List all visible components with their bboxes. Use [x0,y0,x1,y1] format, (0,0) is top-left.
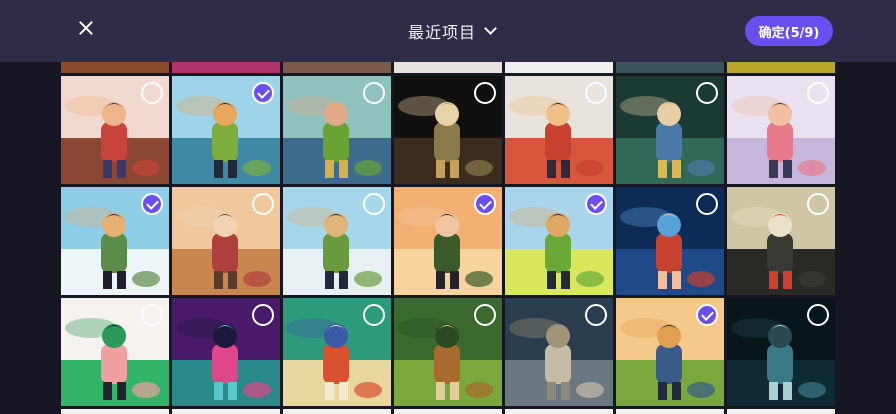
photo-picker-screen: 最近项目 确定(5/9) [0,0,896,414]
checked-circle-icon[interactable] [141,193,163,215]
select-circle-icon[interactable] [696,193,718,215]
album-title: 最近项目 [408,23,477,42]
photo-tile[interactable] [616,298,724,406]
select-circle-icon[interactable] [363,82,385,104]
partial-photo[interactable] [61,62,169,73]
partial-photo[interactable] [727,62,835,73]
photo-tile[interactable] [283,187,391,295]
photo-tile[interactable] [727,187,835,295]
photo-tile[interactable] [61,76,169,184]
checked-circle-icon[interactable] [252,82,274,104]
partial-photo[interactable] [283,409,391,414]
photo-tile[interactable] [61,298,169,406]
photo-tile[interactable] [616,76,724,184]
photo-tile[interactable] [727,76,835,184]
select-circle-icon[interactable] [252,193,274,215]
photo-tile[interactable] [172,187,280,295]
select-circle-icon[interactable] [141,82,163,104]
photo-tile[interactable] [61,187,169,295]
select-circle-icon[interactable] [807,193,829,215]
checked-circle-icon[interactable] [585,193,607,215]
photo-tile[interactable] [172,76,280,184]
checked-circle-icon[interactable] [696,304,718,326]
photo-tile[interactable] [616,187,724,295]
select-circle-icon[interactable] [807,304,829,326]
photo-tile[interactable] [283,298,391,406]
select-circle-icon[interactable] [696,82,718,104]
partial-photo[interactable] [505,409,613,414]
partial-photo[interactable] [172,62,280,73]
partial-photo[interactable] [616,409,724,414]
photo-tile[interactable] [172,298,280,406]
select-circle-icon[interactable] [363,304,385,326]
select-circle-icon[interactable] [363,193,385,215]
select-circle-icon[interactable] [474,304,496,326]
partial-photo[interactable] [616,62,724,73]
select-circle-icon[interactable] [585,304,607,326]
photo-tile[interactable] [505,76,613,184]
checked-circle-icon[interactable] [474,193,496,215]
top-bar: 最近项目 确定(5/9) [0,0,896,62]
photo-tile[interactable] [394,298,502,406]
select-circle-icon[interactable] [252,304,274,326]
photo-tile[interactable] [505,298,613,406]
photo-tile[interactable] [394,76,502,184]
partial-photo[interactable] [61,409,169,414]
select-circle-icon[interactable] [474,82,496,104]
partial-photo[interactable] [172,409,280,414]
select-circle-icon[interactable] [585,82,607,104]
partial-photo[interactable] [505,62,613,73]
select-circle-icon[interactable] [141,304,163,326]
photo-tile[interactable] [505,187,613,295]
close-icon[interactable] [72,14,100,42]
partial-photo[interactable] [727,409,835,414]
photo-tile[interactable] [283,76,391,184]
chevron-down-icon [484,22,497,35]
partial-photo[interactable] [394,62,502,73]
album-selector[interactable]: 最近项目 [408,18,497,44]
partial-photo[interactable] [283,62,391,73]
partial-photo[interactable] [394,409,502,414]
confirm-button[interactable]: 确定(5/9) [745,16,833,46]
photo-tile[interactable] [727,298,835,406]
select-circle-icon[interactable] [807,82,829,104]
photo-tile[interactable] [394,187,502,295]
